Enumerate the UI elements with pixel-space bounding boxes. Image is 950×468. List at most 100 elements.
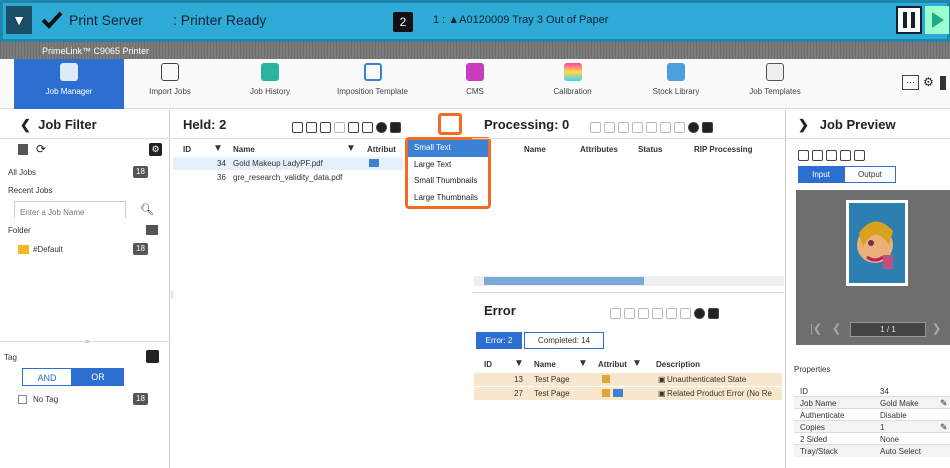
- page-indicator[interactable]: 1 / 1: [850, 322, 926, 337]
- toolbar-job-history[interactable]: Job History: [235, 59, 305, 109]
- undo-icon[interactable]: [590, 122, 601, 134]
- scrollbar-thumb[interactable]: [484, 277, 644, 285]
- filter-icon[interactable]: ▼: [514, 358, 524, 369]
- col-status[interactable]: Status: [638, 145, 662, 154]
- view-toggle-highlight: [438, 113, 462, 135]
- property-value: Gold Make: [880, 399, 919, 408]
- properties-icon[interactable]: [680, 308, 691, 320]
- search-field[interactable]: [15, 205, 125, 220]
- horizontal-scrollbar[interactable]: [474, 276, 784, 286]
- prev-page-icon[interactable]: ❮: [832, 322, 844, 336]
- toolbar-cms[interactable]: CMS: [440, 59, 510, 109]
- col-attributes[interactable]: Attributes: [580, 145, 618, 154]
- preview-area[interactable]: |❮ ❮ 1 / 1 ❯: [796, 190, 950, 345]
- delete-icon[interactable]: [348, 122, 359, 134]
- page-thumbnail[interactable]: [846, 200, 908, 286]
- chevron-right-icon[interactable]: ❯: [798, 117, 809, 132]
- copy-icon[interactable]: [604, 122, 615, 134]
- release-icon[interactable]: [292, 122, 303, 134]
- col-id[interactable]: ID: [484, 360, 492, 369]
- copy-icon[interactable]: [320, 122, 331, 134]
- properties-icon[interactable]: [674, 122, 685, 134]
- edit-icon[interactable]: [306, 122, 317, 134]
- tab-input[interactable]: Input: [798, 166, 844, 183]
- alert-message[interactable]: 1 : ▲A0120009 Tray 3 Out of Paper: [433, 14, 608, 26]
- copy-icon[interactable]: [638, 308, 649, 320]
- col-attributes[interactable]: Attribut: [598, 360, 627, 369]
- play-icon[interactable]: [798, 150, 809, 162]
- splitter-handle[interactable]: =: [85, 337, 90, 346]
- gear-icon[interactable]: ⚙: [923, 75, 936, 90]
- delete-icon[interactable]: [660, 122, 671, 134]
- chevron-left-icon[interactable]: ❮: [20, 117, 31, 132]
- table-row[interactable]: 27 Test Page ▣ Related Product Error (No…: [474, 387, 782, 400]
- toolbar-calibration[interactable]: Calibration: [535, 59, 610, 109]
- tab-error[interactable]: Error: 2: [476, 332, 522, 349]
- col-description[interactable]: Description: [656, 360, 700, 369]
- job-name-search-input[interactable]: [14, 201, 126, 220]
- move-up-icon[interactable]: [632, 122, 643, 134]
- table-row[interactable]: 34 Gold Makeup LadyPF.pdf: [173, 157, 403, 170]
- folder-add-icon[interactable]: [146, 225, 158, 235]
- release-icon[interactable]: [610, 308, 621, 320]
- queue-count-badge[interactable]: 2: [393, 12, 413, 32]
- toolbar-stock-library[interactable]: Stock Library: [640, 59, 712, 109]
- fit-icon[interactable]: [826, 150, 837, 162]
- filter-icon[interactable]: ▼: [213, 143, 223, 154]
- and-toggle[interactable]: AND: [22, 368, 72, 386]
- tab-completed[interactable]: Completed: 14: [524, 332, 604, 349]
- edit-pencil-icon[interactable]: ✎: [940, 422, 948, 433]
- no-tag-checkbox[interactable]: [18, 395, 27, 404]
- default-folder[interactable]: #Default: [33, 245, 63, 254]
- export-icon[interactable]: [854, 150, 865, 162]
- col-name[interactable]: Name: [534, 360, 556, 369]
- first-page-icon[interactable]: |❮: [810, 322, 824, 336]
- tab-output[interactable]: Output: [844, 166, 896, 183]
- col-id[interactable]: ID: [183, 145, 191, 154]
- tag-icon[interactable]: [146, 350, 159, 363]
- table-row[interactable]: 36 gre_research_validity_data.pdf: [173, 171, 403, 184]
- col-rip-processing[interactable]: RIP Processing: [694, 145, 753, 154]
- filter-icon[interactable]: ▼: [632, 358, 642, 369]
- print-icon[interactable]: [652, 308, 663, 320]
- gear-icon[interactable]: [694, 308, 705, 320]
- toolbar-job-manager[interactable]: Job Manager: [14, 59, 124, 109]
- properties-icon[interactable]: [362, 122, 373, 134]
- grid-icon[interactable]: [840, 150, 851, 162]
- pause-button[interactable]: [896, 6, 922, 34]
- more-icon[interactable]: ···: [902, 75, 919, 90]
- edit-pencil-icon[interactable]: ✎: [940, 398, 948, 409]
- all-jobs[interactable]: All Jobs: [8, 168, 36, 177]
- search-icon[interactable]: 🔍︎: [140, 203, 154, 216]
- delete-icon[interactable]: [666, 308, 677, 320]
- next-page-icon[interactable]: ❯: [932, 322, 944, 336]
- toolbar-job-templates[interactable]: Job Templates: [735, 59, 815, 109]
- view-grid-icon[interactable]: [708, 308, 719, 320]
- print-icon[interactable]: [334, 122, 345, 134]
- filter-icon[interactable]: ▼: [346, 143, 356, 154]
- imposition-icon: [363, 63, 382, 81]
- col-name[interactable]: Name: [524, 145, 546, 154]
- overflow-icon[interactable]: [940, 76, 946, 90]
- refresh-icon[interactable]: ⟳: [36, 142, 46, 156]
- move-top-icon[interactable]: [618, 122, 629, 134]
- toolbar-imposition-template[interactable]: Imposition Template: [325, 59, 420, 109]
- filter-list-icon[interactable]: [18, 144, 28, 155]
- menu-dropdown-icon[interactable]: ▼: [6, 6, 32, 34]
- list-icon[interactable]: [812, 150, 823, 162]
- gear-icon[interactable]: [688, 122, 699, 134]
- splitter-handle[interactable]: |: [171, 290, 173, 299]
- view-grid-icon[interactable]: [390, 122, 401, 134]
- view-grid-icon[interactable]: [702, 122, 713, 134]
- move-down-icon[interactable]: [646, 122, 657, 134]
- edit-icon[interactable]: [624, 308, 635, 320]
- table-row[interactable]: 13 Test Page ▣ Unauthenticated State: [474, 373, 782, 386]
- resume-button[interactable]: [925, 6, 949, 34]
- settings-icon[interactable]: ⚙: [149, 143, 162, 156]
- or-toggle[interactable]: OR: [72, 368, 124, 386]
- filter-icon[interactable]: ▼: [578, 358, 588, 369]
- toolbar-import-jobs[interactable]: Import Jobs: [135, 59, 205, 109]
- col-attributes[interactable]: Attribut: [367, 145, 396, 154]
- gear-icon[interactable]: [376, 122, 387, 134]
- col-name[interactable]: Name: [233, 145, 255, 154]
